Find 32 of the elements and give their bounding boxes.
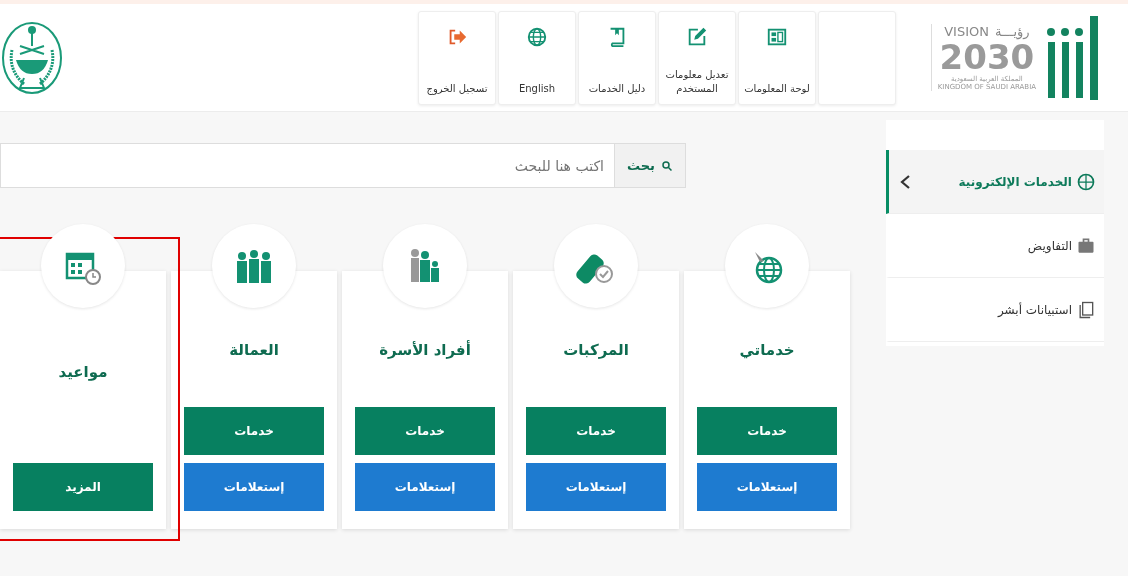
card-title: المركبات: [563, 341, 629, 359]
search-field[interactable]: بحث اكتب هنا للبحث: [0, 143, 686, 188]
nav-button[interactable]: لوحة المعلومات: [738, 10, 816, 105]
services-button[interactable]: خدمات: [184, 407, 324, 455]
chevron-icon: [899, 174, 911, 189]
nav-button[interactable]: دليل الخدمات: [578, 10, 656, 105]
services-button[interactable]: خدمات: [697, 407, 837, 455]
services-button[interactable]: خدمات: [526, 407, 666, 455]
vision-text: VISION: [944, 24, 989, 39]
nav-button[interactable]: تسجيل الخروج: [418, 10, 496, 105]
search-button[interactable]: بحث: [614, 144, 685, 187]
inquiries-button[interactable]: إستعلامات: [697, 463, 837, 511]
card-title: مواعيد: [58, 363, 108, 381]
card-title: خدماتي: [739, 341, 795, 359]
sidebar-item[interactable]: الخدمات الإلكترونية: [886, 150, 1104, 214]
year-text: 2030: [939, 39, 1035, 75]
services-button[interactable]: المزيد: [13, 463, 153, 511]
inquiries-button[interactable]: إستعلامات: [184, 463, 324, 511]
globe-icon: [1076, 171, 1096, 192]
services-button[interactable]: خدمات: [355, 407, 495, 455]
inquiries-button[interactable]: إستعلامات: [526, 463, 666, 511]
card-title: العمالة: [229, 341, 279, 359]
vision-text: رؤيـــة: [995, 24, 1030, 39]
search-icon: [661, 159, 673, 172]
card-title: أفراد الأسرة: [379, 341, 471, 359]
edit-icon: [686, 25, 708, 48]
inquiries-button[interactable]: إستعلامات: [355, 463, 495, 511]
nav-button[interactable]: تعديل معلومات المستخدم: [658, 10, 736, 105]
nav-button[interactable]: English: [498, 10, 576, 105]
sidebar-item[interactable]: التفاويض: [886, 214, 1104, 278]
sidebar-item[interactable]: استبيانات أبشر: [886, 278, 1104, 342]
globe-icon: [526, 25, 548, 48]
